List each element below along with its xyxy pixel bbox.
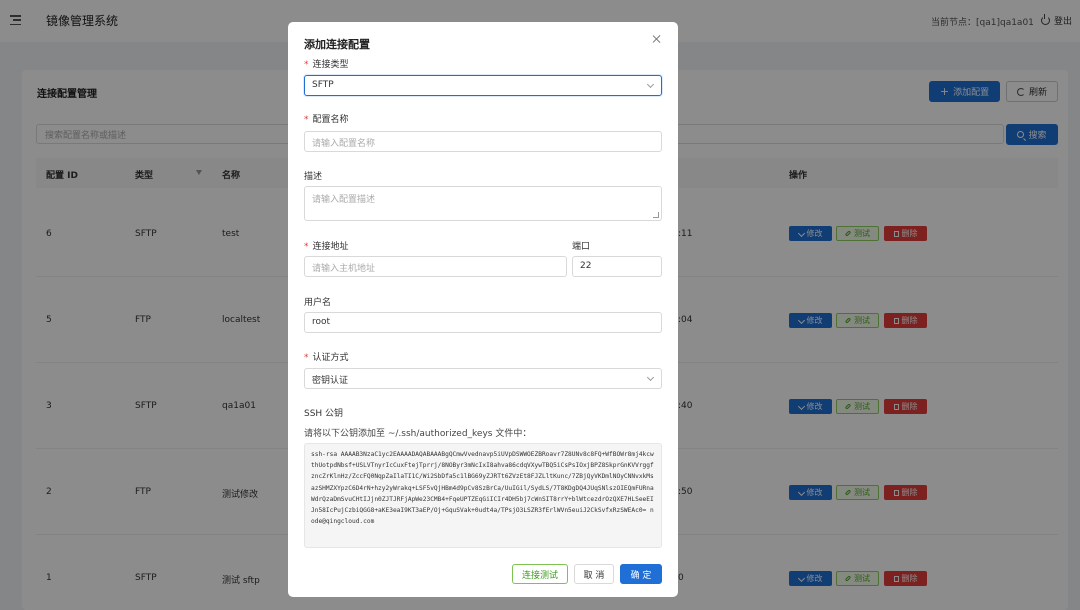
description-placeholder: 请输入配置描述 <box>312 195 376 205</box>
add-connection-dialog: 添加连接配置 * 连接类型 SFTP * 配置名称 请输入配置名称 描述 请输入配置… <box>288 22 678 597</box>
type-label: * 连接类型 <box>304 57 349 70</box>
required-mark: * <box>304 242 309 252</box>
resize-handle-icon[interactable] <box>653 212 659 218</box>
close-icon[interactable] <box>652 34 662 44</box>
username-input[interactable]: root <box>304 312 662 333</box>
config-name-input[interactable]: 请输入配置名称 <box>304 131 662 152</box>
port-label: 端口 <box>572 242 591 252</box>
port-input[interactable]: 22 <box>572 256 662 277</box>
required-mark: * <box>304 353 309 363</box>
name-label: * 配置名称 <box>304 112 349 125</box>
connection-type-select[interactable]: SFTP <box>304 75 662 96</box>
host-label-text: 连接地址 <box>312 242 349 252</box>
ssh-public-key[interactable]: ssh-rsa AAAAB3NzaC1yc2EAAAADAQABAAABgQCm… <box>304 443 662 548</box>
ssh-key-title: SSH 公钥 <box>304 409 344 419</box>
host-label: * 连接地址 <box>304 239 349 252</box>
cancel-button[interactable]: 取 消 <box>574 564 614 584</box>
description-textarea[interactable]: 请输入配置描述 <box>304 186 662 221</box>
required-mark: * <box>304 60 309 70</box>
type-label-text: 连接类型 <box>312 60 349 70</box>
host-input[interactable]: 请输入主机地址 <box>304 256 567 277</box>
dialog-title: 添加连接配置 <box>304 38 370 51</box>
test-connection-button[interactable]: 连接测试 <box>512 564 568 584</box>
confirm-button[interactable]: 确 定 <box>620 564 662 584</box>
auth-label: * 认证方式 <box>304 350 349 363</box>
chevron-down-icon <box>646 373 655 382</box>
ssh-key-hint: 请将以下公钥添加至 ~/.ssh/authorized_keys 文件中： <box>304 429 532 439</box>
required-mark: * <box>304 115 309 125</box>
description-label: 描述 <box>304 172 323 182</box>
type-value: SFTP <box>312 80 334 90</box>
auth-method-select[interactable]: 密钥认证 <box>304 368 662 389</box>
username-label: 用户名 <box>304 298 332 308</box>
name-label-text: 配置名称 <box>312 115 349 125</box>
chevron-down-icon <box>646 80 655 89</box>
auth-label-text: 认证方式 <box>312 353 349 363</box>
auth-value: 密钥认证 <box>312 376 349 386</box>
